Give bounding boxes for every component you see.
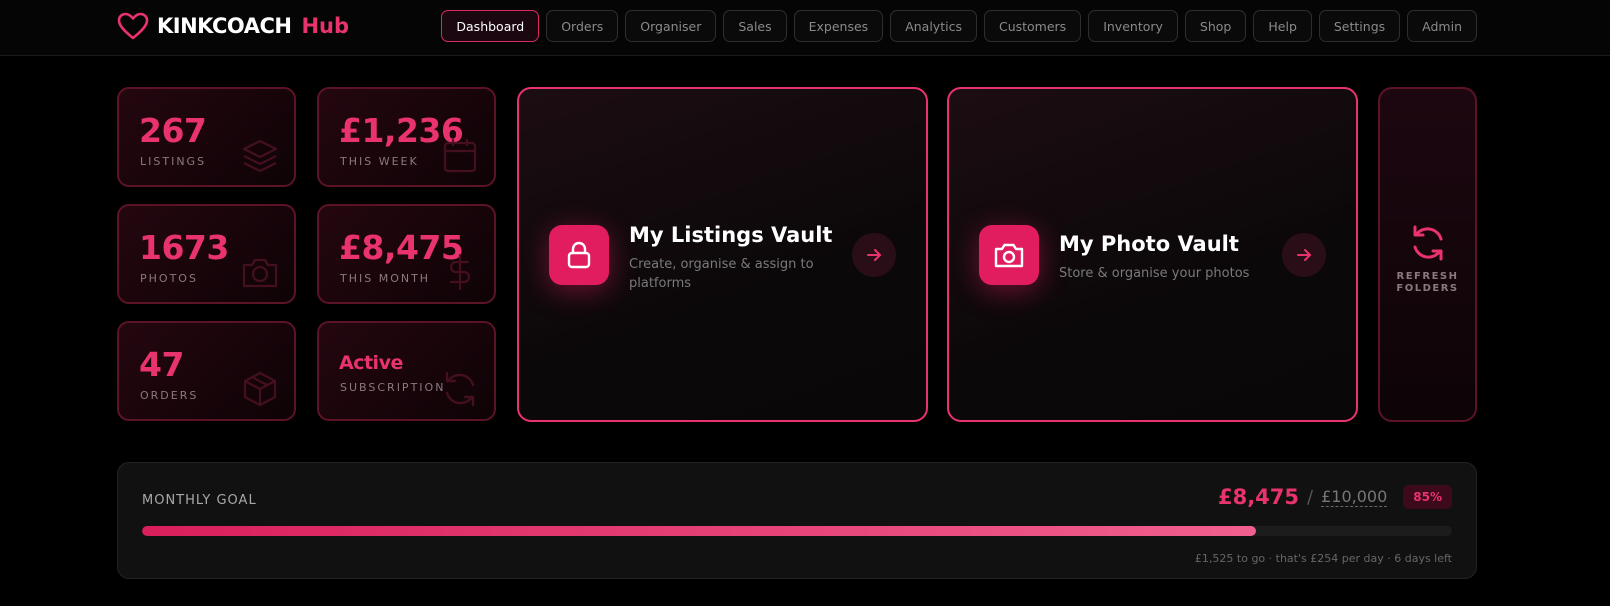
brand-name: KINKCOACH bbox=[157, 14, 292, 38]
stat-label: LISTINGS bbox=[140, 155, 207, 168]
goal-separator: / bbox=[1307, 486, 1314, 508]
stat-label: ORDERS bbox=[140, 389, 199, 402]
goal-title: MONTHLY GOAL bbox=[142, 493, 257, 508]
stat-card-listings[interactable]: 267 LISTINGS bbox=[117, 87, 296, 187]
refresh-icon bbox=[445, 371, 475, 407]
photo-vault-card[interactable]: My Photo Vault Store & organise your pho… bbox=[947, 87, 1358, 422]
refresh-folders-button[interactable]: REFRESH FOLDERS bbox=[1378, 87, 1477, 422]
stat-label: PHOTOS bbox=[140, 272, 198, 285]
nav-organiser[interactable]: Organiser bbox=[625, 10, 717, 42]
nav-help[interactable]: Help bbox=[1253, 10, 1312, 42]
nav-shop[interactable]: Shop bbox=[1184, 10, 1247, 42]
main-nav: Dashboard Orders Organiser Sales Expense… bbox=[441, 10, 1477, 42]
nav-sales[interactable]: Sales bbox=[723, 10, 787, 42]
goal-note: £1,525 to go · that's £254 per day · 6 d… bbox=[1194, 552, 1452, 565]
stat-label: THIS MONTH bbox=[340, 272, 431, 285]
goal-progress-fill bbox=[142, 526, 1256, 536]
stat-card-this-week[interactable]: £1,236 THIS WEEK bbox=[317, 87, 496, 187]
refresh-label-line2: FOLDERS bbox=[1396, 283, 1459, 294]
goal-percent-badge: 85% bbox=[1403, 485, 1452, 509]
monthly-goal-panel: MONTHLY GOAL £8,475 / £10,000 85% £1,525… bbox=[117, 462, 1477, 579]
arrow-right-icon[interactable] bbox=[852, 233, 896, 277]
stat-card-subscription[interactable]: Active SUBSCRIPTION bbox=[317, 321, 496, 421]
vault-icon-box bbox=[549, 225, 609, 285]
nav-dashboard[interactable]: Dashboard bbox=[441, 10, 540, 42]
stat-value: 1673 bbox=[139, 228, 229, 267]
calendar-icon bbox=[443, 139, 477, 173]
stat-card-photos[interactable]: 1673 PHOTOS bbox=[117, 204, 296, 304]
stat-value: Active bbox=[339, 352, 403, 374]
goal-target-amount[interactable]: £10,000 bbox=[1321, 487, 1388, 507]
stat-card-orders[interactable]: 47 ORDERS bbox=[117, 321, 296, 421]
vault-icon-box bbox=[979, 225, 1039, 285]
top-header: KINKCOACH Hub Dashboard Orders Organiser… bbox=[0, 0, 1610, 56]
goal-amounts: £8,475 / £10,000 85% bbox=[1218, 485, 1452, 509]
stat-label: SUBSCRIPTION bbox=[340, 381, 446, 394]
vault-title: My Photo Vault bbox=[1059, 232, 1239, 256]
vault-description: Store & organise your photos bbox=[1059, 266, 1250, 281]
camera-icon bbox=[994, 243, 1024, 268]
brand-logo[interactable]: KINKCOACH Hub bbox=[117, 12, 349, 40]
nav-expenses[interactable]: Expenses bbox=[793, 10, 884, 42]
nav-admin[interactable]: Admin bbox=[1407, 10, 1477, 42]
refresh-label: REFRESH FOLDERS bbox=[1380, 271, 1475, 295]
stat-label: THIS WEEK bbox=[340, 155, 419, 168]
nav-customers[interactable]: Customers bbox=[983, 10, 1082, 42]
camera-icon bbox=[242, 258, 278, 288]
box-icon bbox=[243, 371, 277, 407]
listings-vault-card[interactable]: My Listings Vault Create, organise & ass… bbox=[517, 87, 928, 422]
heart-icon bbox=[117, 12, 149, 40]
refresh-icon bbox=[1413, 225, 1443, 261]
nav-inventory[interactable]: Inventory bbox=[1088, 10, 1178, 42]
stat-card-this-month[interactable]: £8,475 THIS MONTH bbox=[317, 204, 496, 304]
dollar-icon bbox=[449, 253, 471, 291]
goal-progress-track bbox=[142, 526, 1452, 536]
brand-accent: Hub bbox=[301, 14, 349, 38]
refresh-label-line1: REFRESH bbox=[1396, 271, 1459, 282]
stat-value: 267 bbox=[139, 111, 207, 150]
layers-icon bbox=[242, 139, 278, 173]
lock-icon bbox=[567, 241, 591, 269]
nav-orders[interactable]: Orders bbox=[546, 10, 619, 42]
vault-title: My Listings Vault bbox=[629, 223, 833, 247]
goal-current-amount: £8,475 bbox=[1217, 485, 1300, 509]
nav-analytics[interactable]: Analytics bbox=[890, 10, 977, 42]
stat-value: 47 bbox=[139, 345, 184, 384]
vault-description: Create, organise & assign to platforms bbox=[629, 257, 814, 291]
nav-settings[interactable]: Settings bbox=[1318, 10, 1401, 42]
arrow-right-icon[interactable] bbox=[1282, 233, 1326, 277]
